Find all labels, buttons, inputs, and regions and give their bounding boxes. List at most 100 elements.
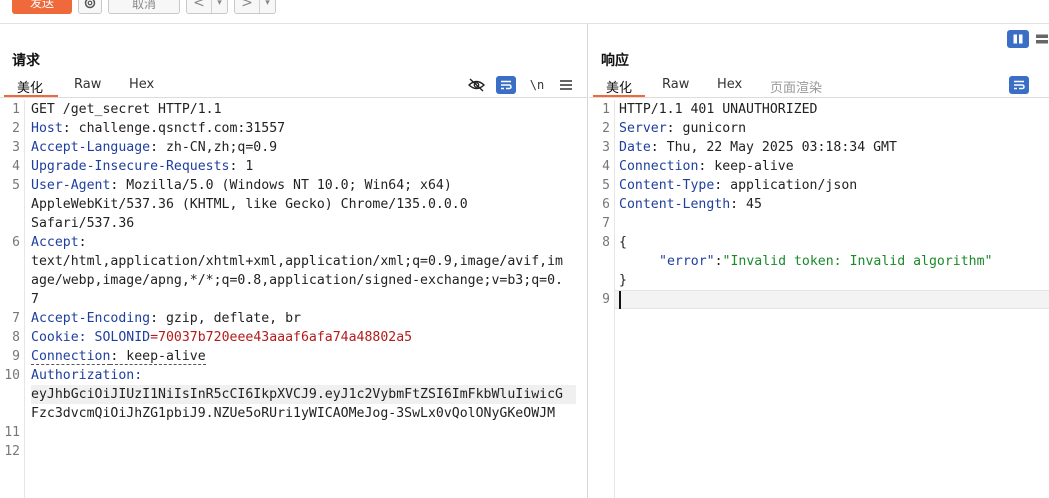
line-number: 6	[602, 197, 610, 212]
line-number: 4	[12, 159, 20, 174]
json-open-brace: {	[619, 235, 627, 250]
tab-hex[interactable]: Hex	[129, 77, 154, 92]
hide-nonprint-button[interactable]	[466, 76, 486, 94]
request-pane: 请求 美化 Raw Hex \n 1 2 3 4 5 6 7 8 9 10 11…	[0, 24, 588, 498]
header-name: Host	[31, 121, 63, 136]
forward-history-dropdown[interactable]: ▾	[259, 0, 275, 13]
tab-raw[interactable]: Raw	[74, 77, 101, 92]
header-line: Host: challenge.qsnctf.com:31557	[31, 119, 285, 138]
header-name: Accept-Encoding	[31, 311, 151, 326]
request-line: GET /get_secret HTTP/1.1	[31, 102, 222, 117]
line-number: 8	[602, 235, 610, 250]
header-name: Accept-Language	[31, 140, 151, 155]
layout-switcher	[1007, 30, 1049, 48]
wrap-icon	[1014, 80, 1025, 90]
send-button[interactable]: 发送	[12, 0, 72, 14]
header-name: User-Agent	[31, 178, 111, 193]
eye-off-icon	[467, 78, 485, 92]
request-editor[interactable]: 1 2 3 4 5 6 7 8 9 10 11 12 GET /get_secr…	[0, 100, 587, 498]
layout-rows-button[interactable]	[1035, 30, 1049, 48]
header-line: Authorization:	[31, 366, 142, 385]
tab-pretty[interactable]: 美化	[17, 77, 43, 96]
line-number: 9	[602, 292, 610, 307]
header-value: : 45	[730, 197, 762, 212]
header-name: Server	[619, 121, 667, 136]
line-number: 1	[602, 102, 610, 117]
json-close-brace: }	[619, 273, 627, 288]
back-history-dropdown[interactable]: ▾	[211, 0, 227, 13]
line-number: 3	[12, 140, 20, 155]
line-number: 2	[602, 121, 610, 136]
header-line: Accept-Encoding: gzip, deflate, br	[31, 309, 301, 328]
tab-pretty[interactable]: 美化	[606, 77, 632, 96]
forward-nav-group: > ▾	[234, 0, 276, 14]
header-value: : Thu, 22 May 2025 03:18:34 GMT	[650, 140, 897, 155]
wrap-toggle-button[interactable]	[496, 76, 516, 94]
line-number: 3	[602, 140, 610, 155]
header-value: : application/json	[714, 178, 858, 193]
line-number: 7	[12, 311, 20, 326]
header-line: Upgrade-Insecure-Requests: 1	[31, 157, 253, 176]
header-value: :	[134, 368, 143, 383]
back-button[interactable]: <	[187, 0, 211, 13]
cancel-button[interactable]: 取消	[108, 0, 180, 14]
header-continuation: eyJhbGciOiJIUzI1NiIsInR5cCI6IkpXVCJ9.eyJ…	[31, 387, 563, 402]
header-continuation: text/html,application/xhtml+xml,applicat…	[31, 254, 563, 269]
header-name: Connection	[31, 349, 111, 365]
header-continuation: Safari/537.36	[31, 216, 135, 231]
header-line: Accept-Language: zh-CN,zh;q=0.9	[31, 138, 277, 157]
tab-raw[interactable]: Raw	[662, 77, 689, 92]
json-entry: "error":"Invalid token: Invalid algorith…	[659, 252, 992, 271]
header-line: User-Agent: Mozilla/5.0 (Windows NT 10.0…	[31, 176, 452, 195]
line-number: 7	[602, 216, 610, 231]
response-editor[interactable]: 1 2 3 4 5 6 7 8 9 HTTP/1.1 401 UNAUTHORI…	[589, 100, 1049, 498]
tab-render[interactable]: 页面渲染	[770, 77, 822, 96]
header-name: Content-Type	[619, 178, 715, 193]
current-line-highlight	[615, 290, 1049, 309]
layout-columns-icon	[1013, 34, 1023, 44]
gear-icon	[84, 0, 96, 9]
settings-button[interactable]	[78, 0, 102, 14]
line-number: 5	[12, 178, 20, 193]
header-line: Cookie: SOLONID=70037b720eee43aaaf6afa74…	[31, 328, 412, 347]
header-line: Server: gunicorn	[619, 119, 746, 138]
header-value: : gzip, deflate, br	[150, 311, 301, 326]
header-line: Connection: keep-alive	[31, 347, 206, 366]
back-nav-group: < ▾	[186, 0, 228, 14]
cookie-name: : SOLONID	[78, 330, 151, 345]
header-value: : gunicorn	[666, 121, 747, 136]
text-cursor	[619, 291, 621, 309]
header-value: : zh-CN,zh;q=0.9	[150, 140, 278, 155]
line-number: 11	[4, 425, 20, 440]
header-name: Connection	[619, 159, 699, 174]
line-number: 12	[4, 444, 20, 459]
tab-hex[interactable]: Hex	[717, 77, 742, 92]
header-line: Connection: keep-alive	[619, 157, 794, 176]
line-number: 2	[12, 121, 20, 136]
json-value: "Invalid token: Invalid algorithm"	[722, 254, 993, 269]
request-tabs: 美化 Raw Hex \n	[0, 74, 587, 98]
request-menu-button[interactable]	[556, 76, 576, 94]
line-number: 8	[12, 330, 20, 345]
header-value: : keep-alive	[110, 349, 206, 365]
header-continuation: AppleWebKit/537.36 (KHTML, like Gecko) C…	[31, 197, 468, 212]
layout-columns-button[interactable]	[1007, 30, 1029, 48]
response-pane: 响应 美化 Raw Hex 页面渲染 1 2 3 4 5 6 7 8 9 HTT…	[589, 24, 1049, 498]
header-continuation: age/webp,image/apng,*/*;q=0.8,applicatio…	[31, 273, 563, 288]
header-value: :	[78, 235, 87, 250]
header-value: : keep-alive	[698, 159, 794, 174]
line-number-gutter: 1 2 3 4 5 6 7 8 9	[589, 100, 615, 498]
newline-toggle-button[interactable]: \n	[527, 76, 547, 94]
menu-icon	[560, 80, 572, 90]
header-line: Content-Type: application/json	[619, 176, 857, 195]
line-number: 9	[12, 349, 20, 364]
json-key: "error"	[659, 254, 715, 269]
wrap-toggle-button[interactable]	[1009, 76, 1029, 94]
header-value: : challenge.qsnctf.com:31557	[62, 121, 286, 136]
header-line: Accept:	[31, 233, 87, 252]
active-tab-underline	[593, 95, 645, 97]
header-name: Upgrade-Insecure-Requests	[31, 159, 230, 174]
forward-button[interactable]: >	[235, 0, 259, 13]
header-line: Content-Length: 45	[619, 195, 762, 214]
line-number: 4	[602, 159, 610, 174]
